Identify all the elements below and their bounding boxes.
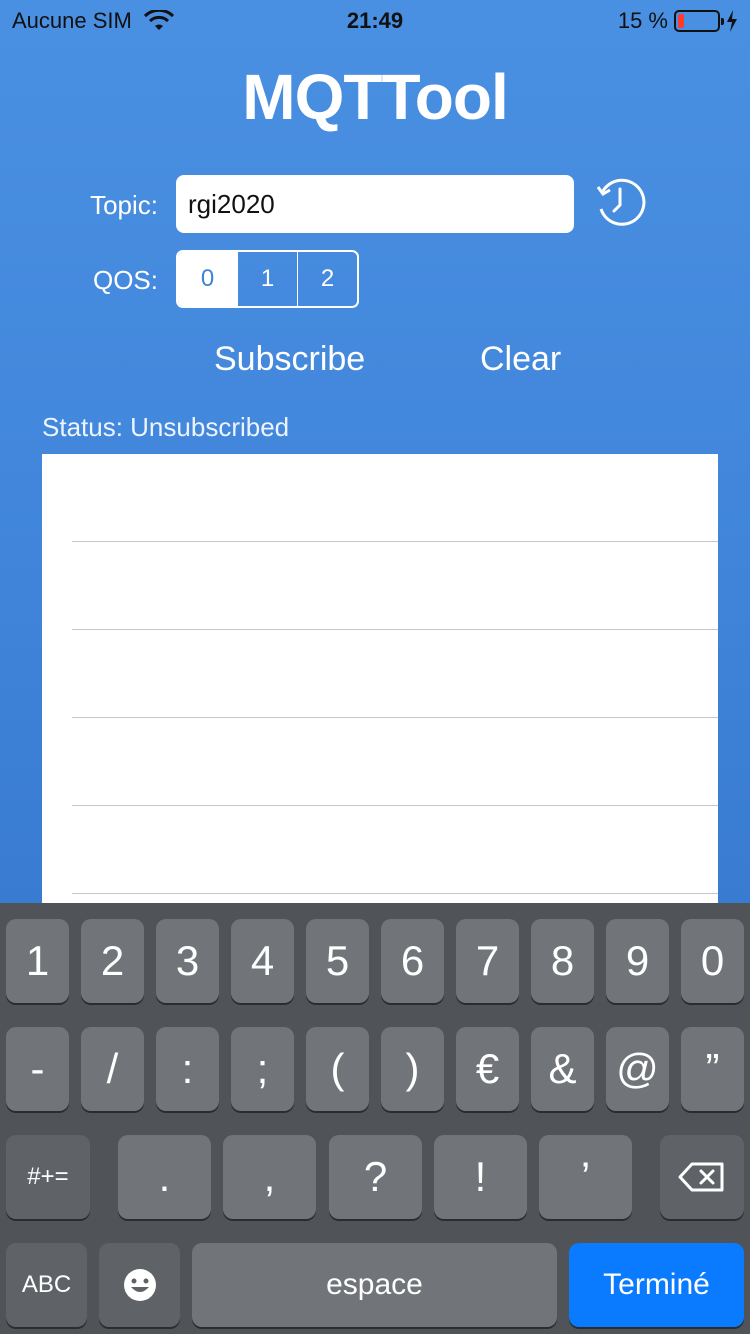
battery-icon (674, 10, 724, 32)
status-bar: Aucune SIM 21:49 15 % (0, 0, 750, 40)
key-semicolon[interactable]: ; (231, 1027, 294, 1111)
emoji-key[interactable] (99, 1243, 180, 1327)
key-exclamation[interactable]: ! (434, 1135, 527, 1219)
wifi-icon (143, 10, 174, 30)
key-ampersand[interactable]: & (531, 1027, 594, 1111)
keyboard: 1 2 3 4 5 6 7 8 9 0 - / : ; ( ) € & @ ” … (0, 903, 750, 1334)
status-label: Status: Unsubscribed (42, 412, 290, 442)
space-key[interactable]: espace (192, 1243, 557, 1327)
battery-percent: 15 % (617, 8, 668, 33)
table-row-separator (72, 541, 718, 542)
key-8[interactable]: 8 (531, 919, 594, 1003)
key-hyphen[interactable]: - (6, 1027, 69, 1111)
key-at[interactable]: @ (606, 1027, 669, 1111)
messages-table[interactable] (42, 454, 718, 904)
qos-option-2[interactable]: 2 (298, 252, 357, 306)
key-5[interactable]: 5 (306, 919, 369, 1003)
key-period[interactable]: . (118, 1135, 211, 1219)
key-slash[interactable]: / (81, 1027, 144, 1111)
history-clock-icon (596, 178, 646, 226)
backspace-key[interactable] (660, 1135, 744, 1219)
key-comma[interactable]: , (223, 1135, 316, 1219)
topic-label: Topic: (90, 190, 158, 220)
history-button[interactable] (592, 175, 648, 231)
qos-option-0[interactable]: 0 (178, 252, 238, 306)
key-3[interactable]: 3 (156, 919, 219, 1003)
clear-button[interactable]: Clear (480, 340, 561, 379)
qos-label: QOS: (92, 265, 158, 295)
backspace-icon (678, 1162, 724, 1192)
subscribe-button[interactable]: Subscribe (214, 340, 365, 379)
key-1[interactable]: 1 (6, 919, 69, 1003)
key-colon[interactable]: : (156, 1027, 219, 1111)
qos-segmented-control: 0 1 2 (176, 250, 359, 308)
key-6[interactable]: 6 (381, 919, 444, 1003)
emoji-icon (123, 1269, 156, 1301)
battery-level (678, 14, 684, 28)
key-euro[interactable]: € (456, 1027, 519, 1111)
key-abc[interactable]: ABC (6, 1243, 87, 1327)
qos-option-1[interactable]: 1 (238, 252, 298, 306)
table-row-separator (72, 629, 718, 630)
key-question[interactable]: ? (329, 1135, 422, 1219)
table-row-separator (72, 717, 718, 718)
key-quote[interactable]: ” (681, 1027, 744, 1111)
key-apostrophe[interactable]: ’ (539, 1135, 632, 1219)
key-4[interactable]: 4 (231, 919, 294, 1003)
topic-input[interactable] (176, 175, 574, 233)
battery-group: 15 % (618, 8, 738, 34)
key-7[interactable]: 7 (456, 919, 519, 1003)
key-close-paren[interactable]: ) (381, 1027, 444, 1111)
table-row-separator (72, 893, 718, 894)
key-more-symbols[interactable]: #+= (6, 1135, 90, 1219)
key-open-paren[interactable]: ( (306, 1027, 369, 1111)
key-9[interactable]: 9 (606, 919, 669, 1003)
carrier-label: Aucune SIM (12, 8, 132, 33)
charging-bolt-icon (727, 10, 737, 32)
table-row-separator (72, 805, 718, 806)
app-title: MQTTool (242, 61, 509, 133)
carrier-group: Aucune SIM (12, 8, 174, 34)
key-2[interactable]: 2 (81, 919, 144, 1003)
done-key[interactable]: Terminé (569, 1243, 744, 1327)
key-0[interactable]: 0 (681, 919, 744, 1003)
